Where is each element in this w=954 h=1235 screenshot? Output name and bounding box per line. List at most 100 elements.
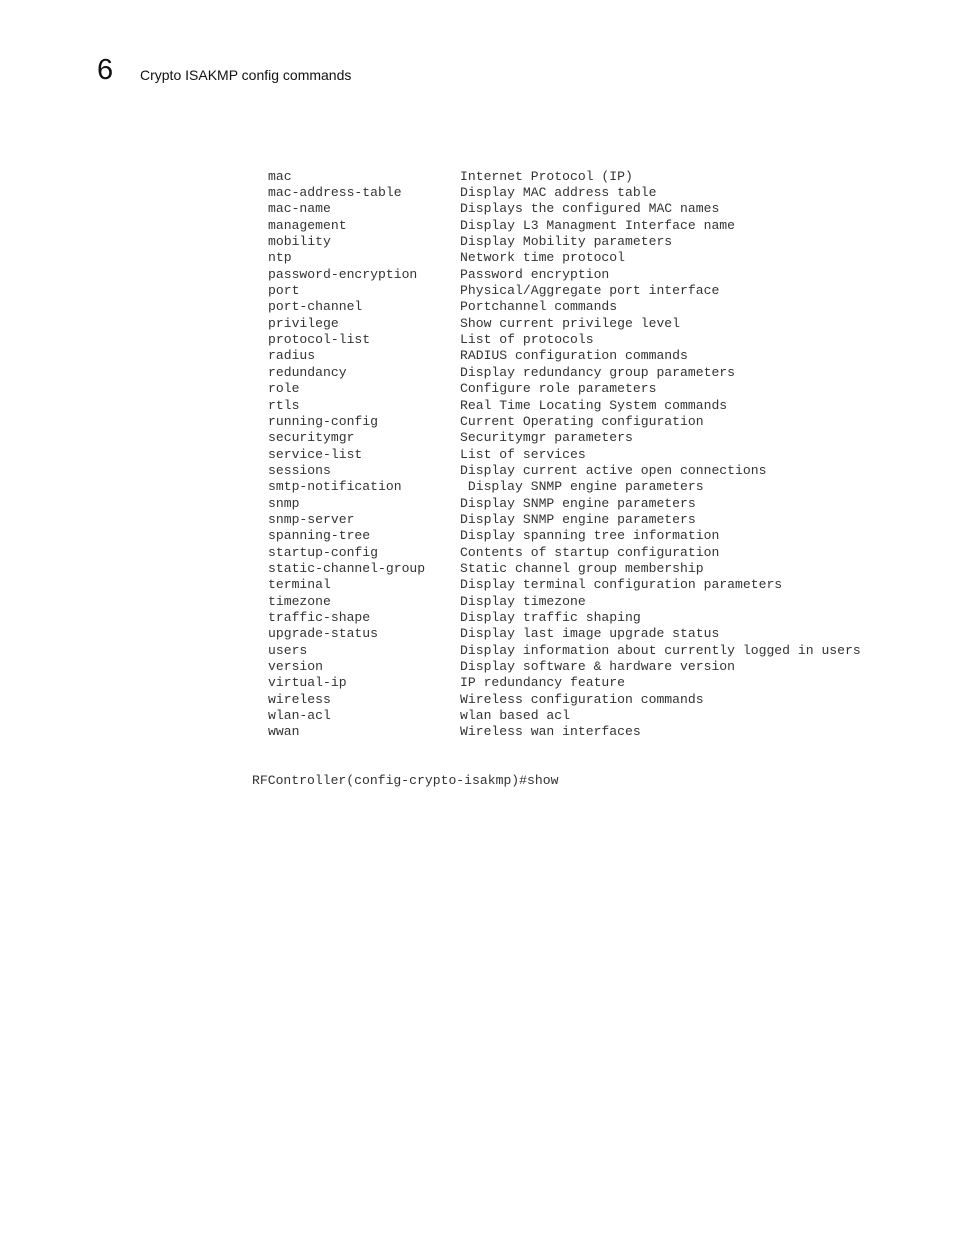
command-name: virtual-ip <box>268 675 347 691</box>
command-name: port <box>268 283 300 299</box>
command-row: mac Internet Protocol (IP) <box>252 169 861 185</box>
command-row: timezone Display timezone <box>252 594 861 610</box>
command-name: static-channel-group <box>268 560 426 576</box>
command-name: users <box>268 642 308 658</box>
command-name: running-config <box>268 413 379 429</box>
command-description: Password encryption <box>460 266 610 282</box>
command-row: wwan Wireless wan interfaces <box>252 724 861 740</box>
command-name: snmp-server <box>268 511 355 527</box>
command-description: Display redundancy group parameters <box>460 364 736 380</box>
command-name: ntp <box>268 250 292 266</box>
command-row: traffic-shape Display traffic shaping <box>252 610 861 626</box>
command-description: Display SNMP engine parameters <box>460 495 696 511</box>
cli-output-block: mac Internet Protocol (IP) mac-address-tab… <box>252 136 861 806</box>
command-row: radius RADIUS configuration commands <box>252 348 861 364</box>
command-name: terminal <box>268 577 331 593</box>
command-description: Display SNMP engine parameters <box>460 511 696 527</box>
command-description: Display current active open connections <box>460 462 767 478</box>
command-description: Securitymgr parameters <box>460 430 633 446</box>
command-row: role Configure role parameters <box>252 381 861 397</box>
command-description: Display terminal configuration parameter… <box>460 577 783 593</box>
command-description: List of services <box>460 446 586 462</box>
command-description: Portchannel commands <box>460 299 618 315</box>
command-name: privilege <box>268 315 339 331</box>
command-row: running-config Current Operating configur… <box>252 414 861 430</box>
command-row: static-channel-group Static channel group… <box>252 561 861 577</box>
section-title: Crypto ISAKMP config commands <box>140 67 352 83</box>
command-row: mac-name Displays the configured MAC name… <box>252 201 861 217</box>
command-name: mac-address-table <box>268 185 402 201</box>
command-name: mobility <box>268 234 331 250</box>
command-description: Wireless configuration commands <box>460 691 704 707</box>
command-name: snmp <box>268 495 300 511</box>
command-row: rtls Real Time Locating System commands <box>252 398 861 414</box>
command-name: service-list <box>268 446 363 462</box>
command-name: traffic-shape <box>268 609 371 625</box>
command-row: users Display information about currently… <box>252 643 861 659</box>
command-description: Display SNMP engine parameters <box>460 479 704 495</box>
command-description: Wireless wan interfaces <box>460 724 641 740</box>
command-description: wlan based acl <box>460 708 571 724</box>
command-name: smtp-notification <box>268 479 402 495</box>
command-description: Display software & hardware version <box>460 659 736 674</box>
command-description: List of protocols <box>460 332 594 348</box>
command-name: spanning-tree <box>268 528 371 544</box>
command-name: management <box>268 217 347 233</box>
command-description: Display timezone <box>460 593 586 609</box>
command-name: version <box>268 659 324 674</box>
command-name: protocol-list <box>268 332 371 348</box>
command-name: port-channel <box>268 299 363 315</box>
command-row: startup-config Contents of startup config… <box>252 545 861 561</box>
command-description: Display Mobility parameters <box>460 234 673 250</box>
command-row: mac-address-table Display MAC address tab… <box>252 185 861 201</box>
command-name: startup-config <box>268 544 379 560</box>
command-row: securitymgr Securitymgr parameters <box>252 430 861 446</box>
command-row: wireless Wireless configuration commands <box>252 692 861 708</box>
command-name: redundancy <box>268 364 347 380</box>
command-row: version Display software & hardware versi… <box>252 659 861 675</box>
command-row: snmp Display SNMP engine parameters <box>252 496 861 512</box>
command-row: virtual-ip IP redundancy feature <box>252 675 861 691</box>
command-list: mac Internet Protocol (IP) mac-address-tab… <box>252 169 861 741</box>
command-row: redundancy Display redundancy group param… <box>252 365 861 381</box>
command-description: Display L3 Managment Interface name <box>460 217 736 233</box>
command-name: radius <box>268 348 316 364</box>
command-name: password-encryption <box>268 266 418 282</box>
command-name: securitymgr <box>268 430 355 446</box>
command-name: timezone <box>268 593 331 609</box>
command-description: Physical/Aggregate port interface <box>460 283 720 299</box>
command-description: Network time protocol <box>460 250 626 266</box>
command-row: smtp-notification Display SNMP engine pa… <box>252 479 861 495</box>
command-row: service-list List of services <box>252 447 861 463</box>
command-description: Internet Protocol (IP) <box>460 168 633 184</box>
command-description: RADIUS configuration commands <box>460 348 688 364</box>
command-row: management Display L3 Managment Interface… <box>252 218 861 234</box>
command-description: Display traffic shaping <box>460 609 641 625</box>
command-name: wlan-acl <box>268 708 331 724</box>
command-description: Current Operating configuration <box>460 413 704 429</box>
command-name: mac-name <box>268 201 331 217</box>
command-row: terminal Display terminal configuration p… <box>252 577 861 593</box>
command-description: Show current privilege level <box>460 315 681 331</box>
command-row: wlan-acl wlan based acl <box>252 708 861 724</box>
command-row: protocol-list List of protocols <box>252 332 861 348</box>
command-description: Configure role parameters <box>460 381 657 397</box>
command-name: rtls <box>268 397 300 413</box>
command-name: wwan <box>268 724 300 740</box>
command-row: sessions Display current active open conn… <box>252 463 861 479</box>
command-row: port Physical/Aggregate port interface <box>252 283 861 299</box>
command-row: port-channel Portchannel commands <box>252 299 861 315</box>
command-description: Real Time Locating System commands <box>460 397 728 413</box>
command-row: snmp-server Display SNMP engine parameter… <box>252 512 861 528</box>
command-description: Displays the configured MAC names <box>460 201 720 217</box>
command-row: ntp Network time protocol <box>252 250 861 266</box>
command-name: role <box>268 381 300 397</box>
chapter-number: 6 <box>97 54 114 86</box>
command-name: upgrade-status <box>268 626 379 642</box>
command-description: Display spanning tree information <box>460 528 720 544</box>
command-description: Contents of startup configuration <box>460 544 720 560</box>
command-row: privilege Show current privilege level <box>252 316 861 332</box>
command-row: password-encryption Password encryption <box>252 267 861 283</box>
command-row: upgrade-status Display last image upgrade… <box>252 626 861 642</box>
command-description: Display last image upgrade status <box>460 626 720 642</box>
